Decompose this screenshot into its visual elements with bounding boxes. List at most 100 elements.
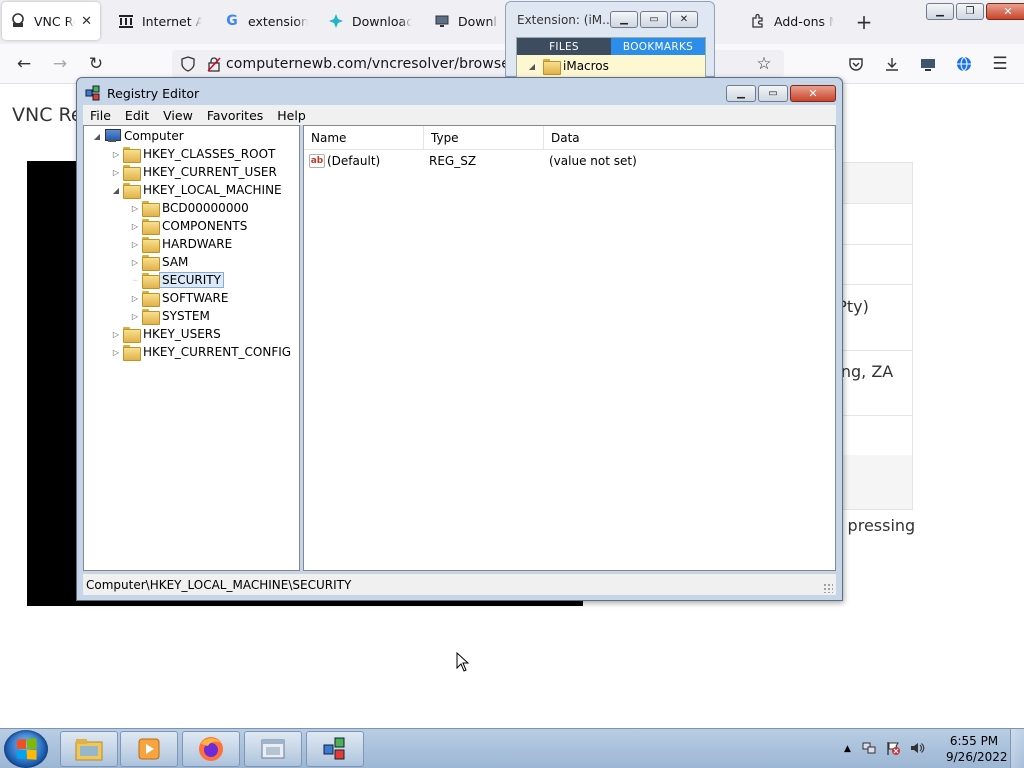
registry-values-pane[interactable]: Name Type Data ab (Default) REG_SZ (valu… — [303, 125, 836, 571]
close-button[interactable]: ✕ — [670, 11, 698, 28]
collapsed-triangle-icon[interactable]: ▷ — [111, 348, 121, 357]
column-header-data[interactable]: Data — [544, 126, 835, 150]
tree-node-label: COMPONENTS — [162, 219, 248, 233]
values-header: Name Type Data — [304, 126, 835, 150]
menu-favorites[interactable]: Favorites — [200, 108, 270, 123]
tree-node-software[interactable]: ▷ SOFTWARE — [130, 289, 228, 307]
tab-vnc-resolver[interactable]: VNC Resolver ✕ — [2, 2, 100, 40]
expanded-triangle-icon[interactable]: ◢ — [111, 186, 121, 195]
tree-node-hklm[interactable]: ◢ HKEY_LOCAL_MACHINE — [111, 181, 282, 199]
collapsed-triangle-icon[interactable]: ▷ — [130, 258, 140, 267]
lock-insecure-icon[interactable] — [206, 56, 222, 75]
tree-node-bcd[interactable]: ▷ BCD00000000 — [130, 199, 249, 217]
taskbar-media-player[interactable] — [120, 731, 178, 767]
tab-download-1[interactable]: Download — [320, 2, 420, 40]
window-app-icon — [261, 739, 285, 759]
show-desktop-button[interactable] — [1010, 729, 1024, 768]
collapsed-triangle-icon[interactable]: ▷ — [111, 330, 121, 339]
vnc-icon — [10, 13, 26, 29]
folder-icon — [142, 309, 160, 325]
new-tab-button[interactable]: + — [852, 10, 876, 34]
minimize-button[interactable]: ▁ — [726, 85, 756, 102]
imacros-tree-item[interactable]: ◢ iMacros — [517, 55, 705, 77]
tree-node-hardware[interactable]: ▷ HARDWARE — [130, 235, 232, 253]
back-button[interactable]: ← — [12, 52, 36, 76]
tree-node-security[interactable]: ┈ SECURITY — [130, 271, 224, 289]
tab-files[interactable]: FILES — [517, 38, 611, 55]
action-center-flag-icon[interactable] — [885, 740, 901, 759]
taskbar-regedit[interactable] — [306, 731, 364, 767]
maximize-button[interactable]: ▭ — [640, 11, 668, 28]
tree-node-label: HKEY_CLASSES_ROOT — [143, 147, 276, 161]
registry-tree-pane[interactable]: ◢ Computer ▷ HKEY_CLASSES_ROOT ▷ HKEY_CU… — [83, 125, 300, 571]
tab-internet-archive[interactable]: Internet Archive — [110, 2, 210, 40]
window-title-bar[interactable]: Registry Editor — [85, 85, 199, 101]
tab-bookmarks[interactable]: BOOKMARKS — [611, 38, 705, 55]
downloads-icon[interactable] — [880, 52, 904, 76]
close-button[interactable]: ✕ — [790, 85, 836, 102]
collapse-triangle-icon[interactable]: ◢ — [527, 62, 537, 71]
collapsed-triangle-icon[interactable]: ▷ — [130, 294, 140, 303]
tree-node-hkcc[interactable]: ▷ HKEY_CURRENT_CONFIG — [111, 343, 291, 361]
collapsed-triangle-icon[interactable]: ▷ — [130, 312, 140, 321]
imacros-window[interactable]: Extension: (iM... ▁ ▭ ✕ FILES BOOKMARKS … — [505, 1, 715, 77]
collapsed-triangle-icon[interactable]: ▷ — [130, 222, 140, 231]
firefox-icon — [199, 737, 223, 761]
value-row[interactable]: ab (Default) REG_SZ (value not set) — [304, 152, 637, 170]
shield-icon[interactable] — [180, 56, 196, 75]
menu-help[interactable]: Help — [270, 108, 313, 123]
close-icon[interactable]: ✕ — [81, 14, 92, 29]
taskbar: ▲ 6:55 PM 9/26/2022 — [0, 728, 1024, 768]
value-type: REG_SZ — [429, 154, 477, 168]
tree-node-sam[interactable]: ▷ SAM — [130, 253, 188, 271]
pocket-icon[interactable] — [844, 52, 868, 76]
show-hidden-icons-icon[interactable]: ▲ — [844, 744, 851, 754]
column-header-name[interactable]: Name — [304, 126, 424, 150]
taskbar-window[interactable] — [244, 731, 302, 767]
taskbar-firefox[interactable] — [182, 731, 240, 767]
tree-node-label: HKEY_CURRENT_CONFIG — [143, 345, 292, 359]
close-button[interactable]: ✕ — [986, 3, 1024, 20]
volume-icon[interactable] — [909, 740, 925, 759]
minimize-button[interactable]: ▁ — [610, 11, 638, 28]
expanded-triangle-icon[interactable]: ◢ — [92, 132, 102, 141]
restore-button[interactable]: ❐ — [956, 3, 984, 20]
string-value-icon: ab — [309, 154, 325, 168]
tree-node-hkcu[interactable]: ▷ HKEY_CURRENT_USER — [111, 163, 277, 181]
taskbar-explorer[interactable] — [60, 731, 118, 767]
menu-view[interactable]: View — [156, 108, 200, 123]
tree-node-system[interactable]: ▷ SYSTEM — [130, 307, 210, 325]
menu-bar: File Edit View Favorites Help — [83, 105, 836, 125]
forward-button[interactable]: → — [48, 52, 72, 76]
regedit-window-controls: ▁ ▭ ✕ — [726, 85, 836, 102]
globe-extension-icon[interactable] — [952, 52, 976, 76]
menu-file[interactable]: File — [83, 108, 118, 123]
tree-node-hku[interactable]: ▷ HKEY_USERS — [111, 325, 221, 343]
status-bar: Computer\HKEY_LOCAL_MACHINE\SECURITY — [83, 573, 836, 595]
resize-grip-icon[interactable] — [823, 583, 833, 593]
folder-icon — [123, 327, 141, 343]
tree-node-hkcr[interactable]: ▷ HKEY_CLASSES_ROOT — [111, 145, 275, 163]
maximize-button[interactable]: ▭ — [758, 85, 788, 102]
reload-button[interactable]: ↻ — [84, 52, 108, 76]
registry-editor-window[interactable]: Registry Editor ▁ ▭ ✕ File Edit View Fav… — [76, 77, 843, 601]
network-icon[interactable] — [861, 740, 877, 759]
menu-edit[interactable]: Edit — [118, 108, 156, 123]
tab-addons-manager[interactable]: Add-ons Manager — [742, 2, 842, 40]
hamburger-menu-icon[interactable]: ☰ — [988, 52, 1012, 76]
collapsed-triangle-icon[interactable]: ▷ — [130, 204, 140, 213]
taskbar-clock[interactable]: 6:55 PM 9/26/2022 — [946, 733, 1008, 765]
minimize-button[interactable]: ▁ — [926, 3, 954, 20]
column-header-type[interactable]: Type — [424, 126, 544, 150]
tab-extensions[interactable]: G extensions — [216, 2, 316, 40]
tree-node-components[interactable]: ▷ COMPONENTS — [130, 217, 247, 235]
collapsed-triangle-icon[interactable]: ▷ — [111, 168, 121, 177]
bookmark-star-icon[interactable]: ☆ — [752, 52, 776, 76]
tab-download-2[interactable]: Download — [426, 2, 506, 40]
collapsed-triangle-icon[interactable]: ▷ — [111, 150, 121, 159]
collapsed-triangle-icon[interactable]: ▷ — [130, 240, 140, 249]
extension-monitor-icon[interactable] — [916, 52, 940, 76]
tree-node-computer[interactable]: ◢ Computer — [92, 127, 184, 145]
tab-label: Internet Archive — [142, 13, 202, 29]
start-button[interactable] — [4, 730, 48, 768]
